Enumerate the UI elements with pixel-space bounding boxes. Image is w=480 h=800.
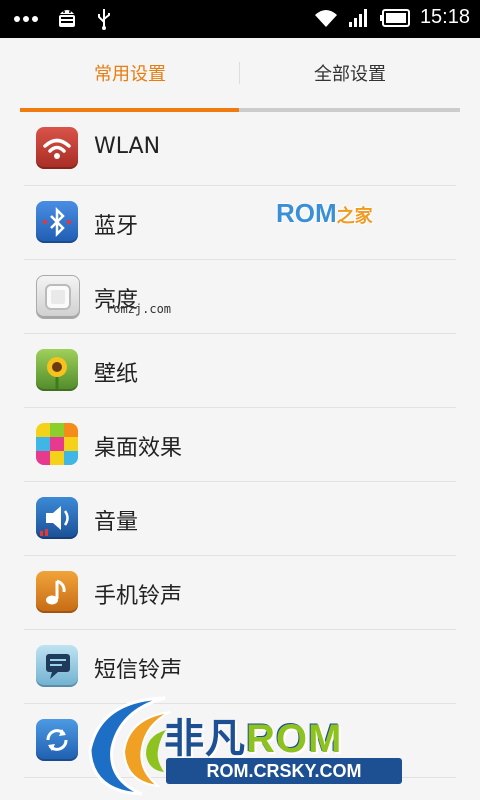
android-debug-icon [59,10,75,27]
signal-icon [348,8,367,27]
settings-item-bluetooth[interactable]: 蓝牙 [24,186,456,260]
tab-all-settings[interactable]: 全部设置 [240,60,460,86]
rom-home-watermark: ROM之家 [276,198,373,229]
brightness-icon [36,275,80,319]
settings-item-label: 手机铃声 [94,584,183,609]
watermark-suffix-text: 之家 [336,206,373,226]
settings-item-wallpaper[interactable]: 壁纸 [24,334,456,408]
watermark-rom-text: ROM [276,198,337,228]
settings-item-desktop-effects[interactable]: 桌面效果 [24,408,456,482]
logo-rom-text: ROM [246,717,343,761]
logo-cn-text: 非凡 [164,716,246,762]
settings-item-label: 壁纸 [94,362,139,387]
wallpaper-icon [36,349,78,391]
settings-item-label: 音量 [94,510,139,535]
url-watermark: romzj.com [106,302,172,316]
settings-screen: 常用设置 全部设置 WLAN 蓝牙 亮度 壁纸 桌面效果 音量 手机铃声 短信铃… [0,38,480,800]
crsky-logo-url: ROM.CRSKY.COM [166,758,402,784]
crsky-logo-text: 非凡ROM [164,706,342,764]
settings-item-volume[interactable]: 音量 [24,482,456,556]
ringtone-icon [36,571,78,613]
wifi-icon [314,9,337,27]
sms-ringtone-icon [36,645,78,687]
volume-icon [36,497,78,539]
settings-list: WLAN 蓝牙 亮度 壁纸 桌面效果 音量 手机铃声 短信铃声 [24,112,456,778]
wifi-icon [36,127,78,169]
settings-item-label: 蓝牙 [94,214,139,239]
settings-tabs: 常用设置 全部设置 [20,38,460,112]
tab-common-settings[interactable]: 常用设置 [20,60,240,86]
settings-item-wlan[interactable]: WLAN [24,112,456,186]
settings-item-brightness[interactable]: 亮度 [24,260,456,334]
settings-item-ringtone[interactable]: 手机铃声 [24,556,456,630]
sync-icon [36,719,78,761]
battery-icon [379,8,410,27]
status-time: 15:18 [419,6,470,28]
settings-item-label: WLAN [94,134,161,159]
more-dots-icon [14,16,38,22]
usb-icon [98,9,110,30]
settings-item-label: 桌面效果 [94,436,183,461]
status-bar: 15:18 [0,0,480,38]
desktop-effects-icon [36,423,78,465]
settings-item-label: 短信铃声 [94,658,183,683]
bluetooth-icon [36,201,78,243]
